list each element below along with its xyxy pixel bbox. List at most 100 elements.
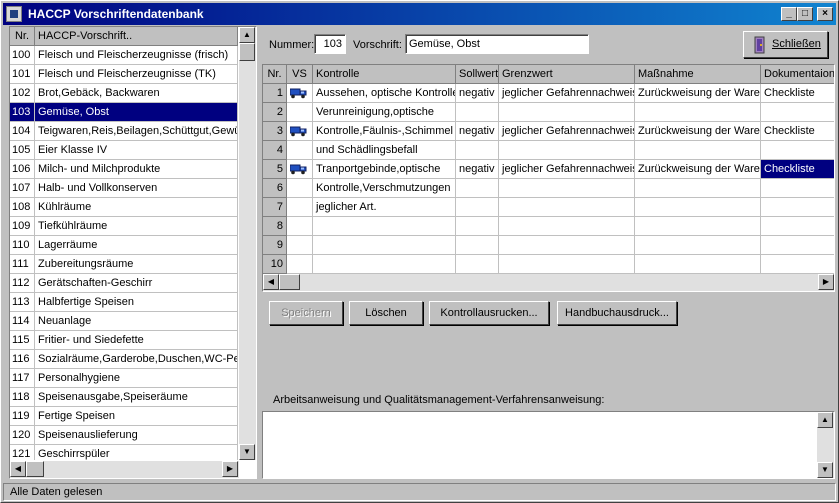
cell-vs[interactable]	[287, 179, 313, 198]
list-item-nr[interactable]: 109	[10, 217, 35, 236]
minimize-button[interactable]: _	[781, 7, 797, 21]
cell-vs[interactable]	[287, 198, 313, 217]
list-item-nr[interactable]: 104	[10, 122, 35, 141]
cell-nr[interactable]: 2	[263, 103, 287, 122]
cell-sollwert[interactable]	[456, 179, 499, 198]
scroll-left-icon[interactable]: ◀	[10, 461, 26, 477]
cell-grenzwert[interactable]	[499, 236, 635, 255]
close-window-button[interactable]: ×	[817, 7, 833, 21]
cell-vs[interactable]	[287, 217, 313, 236]
cell-massnahme[interactable]	[635, 217, 761, 236]
cell-nr[interactable]: 5	[263, 160, 287, 179]
cell-vs[interactable]	[287, 84, 313, 103]
vorschrift-list[interactable]: Nr. HACCP-Vorschrift.. 100 Fleisch und Flei…	[9, 26, 257, 479]
list-item-nr[interactable]: 103	[10, 103, 35, 122]
instruction-textarea[interactable]: ▲ ▼	[262, 411, 835, 479]
cell-sollwert[interactable]	[456, 103, 499, 122]
cell-nr[interactable]: 3	[263, 122, 287, 141]
cell-vs[interactable]	[287, 255, 313, 274]
header-col-nr[interactable]: Nr.	[263, 65, 287, 84]
cell-kontrolle[interactable]: und Schädlingsbefall	[313, 141, 456, 160]
list-item-name[interactable]: Gemüse, Obst	[35, 103, 238, 122]
cell-grenzwert[interactable]	[499, 103, 635, 122]
cell-massnahme[interactable]	[635, 236, 761, 255]
cell-nr[interactable]: 7	[263, 198, 287, 217]
cell-kontrolle[interactable]	[313, 236, 456, 255]
list-horizontal-scrollbar[interactable]: ◀ ▶	[10, 461, 239, 478]
list-item-name[interactable]: Speisenauslieferung	[35, 426, 238, 445]
cell-dokumentation[interactable]	[761, 255, 834, 274]
cell-massnahme[interactable]: Zurückweisung der Ware	[635, 160, 761, 179]
cell-nr[interactable]: 9	[263, 236, 287, 255]
cell-nr[interactable]: 1	[263, 84, 287, 103]
list-vertical-scrollbar[interactable]: ▲ ▼	[239, 27, 256, 460]
list-item-name[interactable]: Fleisch und Fleischerzeugnisse (frisch)	[35, 46, 238, 65]
cell-sollwert[interactable]	[456, 255, 499, 274]
list-item-nr[interactable]: 108	[10, 198, 35, 217]
list-item-nr[interactable]: 101	[10, 65, 35, 84]
list-item-name[interactable]: Sozialräume,Garderobe,Duschen,WC-Pers	[35, 350, 238, 369]
list-item-name[interactable]: Lagerräume	[35, 236, 238, 255]
list-item-nr[interactable]: 106	[10, 160, 35, 179]
cell-dokumentation[interactable]: Checkliste	[761, 84, 834, 103]
cell-kontrolle[interactable]: Aussehen, optische Kontrolle	[313, 84, 456, 103]
cell-dokumentation[interactable]	[761, 236, 834, 255]
cell-grenzwert[interactable]	[499, 179, 635, 198]
instruction-scrollbar[interactable]: ▲ ▼	[817, 412, 834, 478]
cell-dokumentation[interactable]	[761, 179, 834, 198]
cell-sollwert[interactable]	[456, 217, 499, 236]
list-item-name[interactable]: Zubereitungsräume	[35, 255, 238, 274]
list-item-nr[interactable]: 112	[10, 274, 35, 293]
cell-kontrolle[interactable]	[313, 217, 456, 236]
list-item-name[interactable]: Speisenausgabe,Speiseräume	[35, 388, 238, 407]
instruction-scroll-down-icon[interactable]: ▼	[817, 462, 833, 478]
cell-sollwert[interactable]	[456, 141, 499, 160]
list-item-nr[interactable]: 115	[10, 331, 35, 350]
cell-sollwert[interactable]	[456, 198, 499, 217]
list-item-name[interactable]: Teigwaren,Reis,Beilagen,Schüttgut,Gewü	[35, 122, 238, 141]
cell-sollwert[interactable]: negativ	[456, 160, 499, 179]
maximize-button[interactable]: □	[797, 7, 813, 21]
cell-grenzwert[interactable]	[499, 141, 635, 160]
list-header-nr[interactable]: Nr.	[10, 27, 35, 46]
header-col-massnahme[interactable]: Maßnahme	[635, 65, 761, 84]
list-item-name[interactable]: Fritier- und Siedefette	[35, 331, 238, 350]
list-item-name[interactable]: Milch- und Milchprodukte	[35, 160, 238, 179]
cell-massnahme[interactable]: Zurückweisung der Ware	[635, 122, 761, 141]
scroll-right-icon[interactable]: ▶	[222, 461, 238, 477]
list-item-name[interactable]: Brot,Gebäck, Backwaren	[35, 84, 238, 103]
cell-grenzwert[interactable]: jeglicher Gefahrennachweis	[499, 84, 635, 103]
cell-massnahme[interactable]	[635, 198, 761, 217]
list-item-name[interactable]: Halb- und Vollkonserven	[35, 179, 238, 198]
list-item-nr[interactable]: 110	[10, 236, 35, 255]
scroll-down-icon[interactable]: ▼	[239, 444, 255, 460]
cell-dokumentation[interactable]: Checkliste	[761, 160, 834, 179]
cell-kontrolle[interactable]: jeglicher Art.	[313, 198, 456, 217]
nummer-field[interactable]: 103	[314, 34, 346, 54]
list-item-name[interactable]: Tiefkühlräume	[35, 217, 238, 236]
kontrollausdrucken-button[interactable]: Kontrollausrucken...	[429, 301, 549, 325]
cell-nr[interactable]: 10	[263, 255, 287, 274]
cell-nr[interactable]: 8	[263, 217, 287, 236]
cell-grenzwert[interactable]: jeglicher Gefahrennachweis	[499, 160, 635, 179]
list-item-nr[interactable]: 100	[10, 46, 35, 65]
grid-horizontal-scrollbar[interactable]: ◀ ▶	[263, 274, 834, 291]
list-item-name[interactable]: Personalhygiene	[35, 369, 238, 388]
cell-sollwert[interactable]	[456, 236, 499, 255]
cell-dokumentation[interactable]	[761, 198, 834, 217]
cell-vs[interactable]	[287, 122, 313, 141]
list-item-nr[interactable]: 114	[10, 312, 35, 331]
cell-vs[interactable]	[287, 236, 313, 255]
list-item-name[interactable]: Geschirrspüler	[35, 445, 238, 460]
list-item-nr[interactable]: 105	[10, 141, 35, 160]
cell-grenzwert[interactable]	[499, 217, 635, 236]
cell-kontrolle[interactable]	[313, 255, 456, 274]
loeschen-button[interactable]: Löschen	[349, 301, 423, 325]
cell-massnahme[interactable]	[635, 179, 761, 198]
grid-scroll-left-icon[interactable]: ◀	[263, 274, 279, 290]
header-col-dokumentation[interactable]: Dokumentaion	[761, 65, 834, 84]
cell-massnahme[interactable]	[635, 255, 761, 274]
cell-nr[interactable]: 6	[263, 179, 287, 198]
list-item-nr[interactable]: 116	[10, 350, 35, 369]
list-item-nr[interactable]: 111	[10, 255, 35, 274]
